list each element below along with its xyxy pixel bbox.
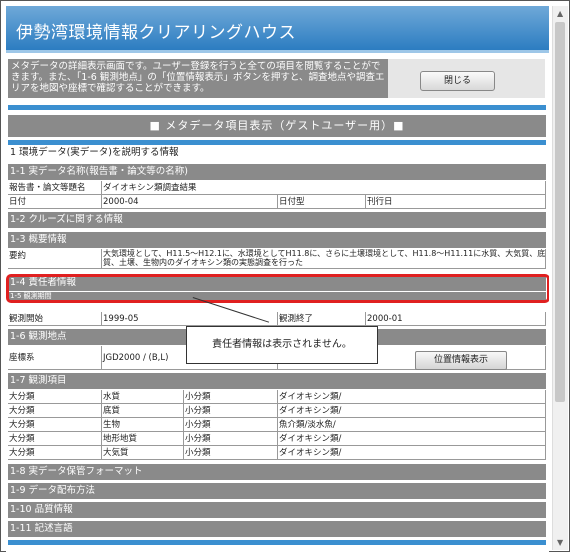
callout-note: 責任者情報は表示されません。 [186,326,378,364]
divider-bar [8,540,546,545]
field-label: 報告書・論文等題名 [8,181,102,195]
field-label: 日付 [8,195,102,209]
table-cell: ダイオキシン類/ [278,404,546,418]
section-1-8-header: 1-8 実データ保管フォーマット [8,464,546,480]
table-row: 大分類 水質 小分類 ダイオキシン類/ [8,390,546,404]
close-area: 閉じる [388,59,545,98]
section-1-7-header: 1-7 観測項目 [8,373,546,389]
table-cell: 小分類 [184,404,278,418]
description-text: メタデータの詳細表示画面です。ユーザー登録を行うと全ての項目を閲覧することができ… [8,59,389,98]
highlight-box [6,274,549,303]
location-display-button[interactable]: 位置情報表示 [415,351,507,370]
field-value: 2000-04 [102,195,278,209]
section-1-10-header: 1-10 品質情報 [8,502,546,518]
divider-bar [8,105,546,110]
table-cell: 大分類 [8,404,102,418]
field-label: 日付型 [278,195,366,209]
section-1-9-header: 1-9 データ配布方法 [8,483,546,499]
vertical-scrollbar[interactable]: ▲ ▼ [552,6,568,550]
table-cell: 小分類 [184,418,278,432]
table-cell: ダイオキシン類/ [278,432,546,446]
field-label: 要約 [8,249,102,269]
table-cell: 底質 [102,404,184,418]
summary-line-2: 質、土壌、生物内のダイオキシン類の実態調査を行った [103,258,303,267]
meta-title: ■ メタデータ項目表示（ゲストユーザー用）■ [8,115,546,137]
table-row: 大分類 生物 小分類 魚介類/淡水魚/ [8,418,546,432]
header-bar: 伊勢湾環境情報クリアリングハウス [6,6,549,53]
table-cell: 生物 [102,418,184,432]
field-label: 観測終了 [278,312,366,326]
table-row: 大分類 大気質 小分類 ダイオキシン類/ [8,446,546,460]
field-value: 2000-01 [366,312,546,326]
table-row: 観測開始 1999-05 観測終了 2000-01 [8,312,546,326]
section-1-1-header: 1-1 実データ名称(報告書・論文等の名称) [8,164,546,180]
field-value: ダイオキシン類調査結果 [102,181,546,195]
table-row: 日付 2000-04 日付型 刊行日 [8,195,546,209]
table-cell: 大分類 [8,390,102,404]
scroll-up-icon[interactable]: ▲ [557,9,563,18]
table-cell: ダイオキシン類/ [278,446,546,460]
summary-value: 大気環境として、H11.5～H12.1に、水環境としてH11.8に、さらに土壌環… [102,249,546,269]
table-cell: 小分類 [184,390,278,404]
table-cell: 地形地質 [102,432,184,446]
page-content: 伊勢湾環境情報クリアリングハウス メタデータの詳細表示画面です。ユーザー登録を行… [6,6,549,552]
table-cell: 大分類 [8,446,102,460]
scroll-thumb[interactable] [555,22,565,402]
field-label: 座標系 [8,346,102,370]
table-cell: 魚介類/淡水魚/ [278,418,546,432]
section-1-3-header: 1-3 概要情報 [8,232,546,248]
section-1-2-header: 1-2 クルーズに関する情報 [8,212,546,228]
summary-line-1: 大気環境として、H11.5～H12.1に、水環境としてH11.8に、さらに土壌環… [103,249,546,258]
site-title: 伊勢湾環境情報クリアリングハウス [16,23,296,43]
field-value: 1999-05 [102,312,278,326]
table-cell: 水質 [102,390,184,404]
table-cell: 大分類 [8,432,102,446]
table-row: 要約 大気環境として、H11.5～H12.1に、水環境としてH11.8に、さらに… [8,249,546,269]
section-1-11-header: 1-11 記述言語 [8,521,546,537]
table-cell: ダイオキシン類/ [278,390,546,404]
table-cell: 大分類 [8,418,102,432]
table-cell: 大気質 [102,446,184,460]
section-1-header: 1 環境データ(実データ)を説明する情報 [8,145,546,161]
table-row: 大分類 地形地質 小分類 ダイオキシン類/ [8,432,546,446]
table-row: 大分類 底質 小分類 ダイオキシン類/ [8,404,546,418]
table-cell: 小分類 [184,446,278,460]
scroll-down-icon[interactable]: ▼ [557,538,563,547]
table-cell: 小分類 [184,432,278,446]
field-label: 観測開始 [8,312,102,326]
field-value: 刊行日 [366,195,546,209]
table-row: 報告書・論文等題名 ダイオキシン類調査結果 [8,181,546,195]
close-button[interactable]: 閉じる [420,71,495,91]
